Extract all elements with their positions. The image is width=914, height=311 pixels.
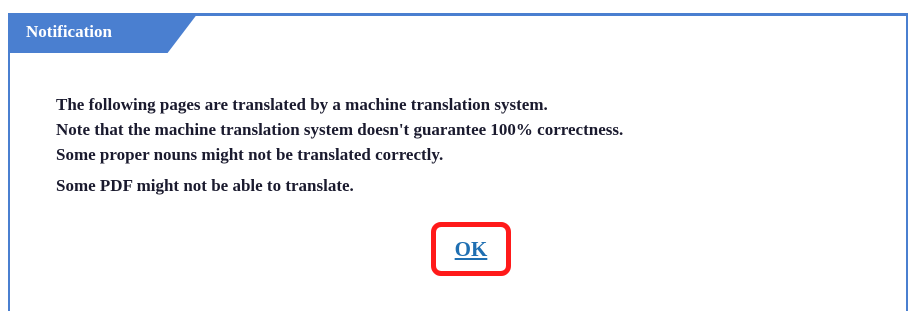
- dialog-title: Notification: [26, 22, 112, 41]
- ok-highlight-box: OK: [431, 222, 511, 276]
- message-line: The following pages are translated by a …: [56, 95, 548, 114]
- message-line: Note that the machine translation system…: [56, 120, 624, 139]
- notification-message: The following pages are translated by a …: [56, 92, 896, 198]
- message-line: Some PDF might not be able to translate.: [56, 176, 354, 195]
- ok-button[interactable]: OK: [455, 237, 488, 262]
- notification-dialog: Notification The following pages are tra…: [8, 13, 908, 311]
- message-line: Some proper nouns might not be translate…: [56, 145, 444, 164]
